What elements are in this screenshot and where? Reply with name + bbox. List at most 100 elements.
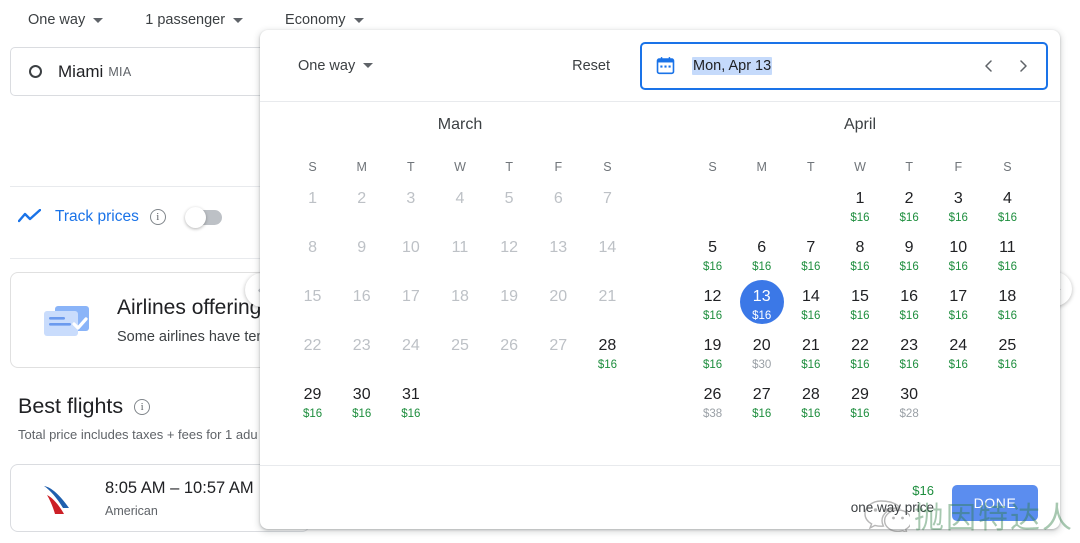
calendar-day-cell: 1 xyxy=(288,180,337,229)
calendar-day-cell[interactable]: 9 $16 xyxy=(885,229,934,278)
calendar-day-cell[interactable]: 27 $16 xyxy=(737,376,786,425)
calendar-day-cell: 26 xyxy=(485,327,534,376)
calendar-day-cell[interactable]: 29 $16 xyxy=(288,376,337,425)
calendar-day-cell[interactable]: 31 $16 xyxy=(386,376,435,425)
calendar-cell-empty xyxy=(786,180,835,229)
calendar-day-cell[interactable]: 4 $16 xyxy=(983,180,1032,229)
calendar-day-cell: 8 xyxy=(288,229,337,278)
day-number: 3 xyxy=(953,189,963,207)
calendar-day-cell[interactable]: 5 $16 xyxy=(688,229,737,278)
calendar-day-cell[interactable]: 15 $16 xyxy=(835,278,884,327)
day-price: $16 xyxy=(752,261,772,273)
calendar-day-cell[interactable]: 3 $16 xyxy=(934,180,983,229)
calendar-day-cell[interactable]: 1 $16 xyxy=(835,180,884,229)
day-number: 14 xyxy=(598,238,617,256)
day-number: 19 xyxy=(500,287,519,305)
trending-up-icon xyxy=(18,209,41,223)
calendar-day-cell[interactable]: 6 $16 xyxy=(737,229,786,278)
calendar-month-march: March S M T W T F S 1 2 3 4 5 6 7 8 9 10 11 12 13 14 15 16 17 18… xyxy=(260,116,660,465)
calendar-day-cell[interactable]: 28 $16 xyxy=(786,376,835,425)
day-number: 11 xyxy=(999,238,1016,256)
done-button[interactable]: DONE xyxy=(952,485,1038,521)
calendar-day-cell[interactable]: 30 $28 xyxy=(885,376,934,425)
day-number: 1 xyxy=(855,189,865,207)
day-number: 25 xyxy=(998,336,1017,354)
day-number: 29 xyxy=(303,385,322,403)
weekday-header: F xyxy=(554,160,563,174)
day-number: 5 xyxy=(708,238,718,256)
cabin-class-dropdown[interactable]: Economy xyxy=(275,8,373,32)
day-price: $16 xyxy=(801,359,821,371)
day-number: 26 xyxy=(703,385,722,403)
calendar-day-cell: 25 xyxy=(435,327,484,376)
best-flights-heading-row: Best flights i xyxy=(18,394,151,419)
info-icon[interactable]: i xyxy=(149,209,166,225)
day-number: 30 xyxy=(352,385,371,403)
calendar-day-cell[interactable]: 24 $16 xyxy=(934,327,983,376)
day-number: 2 xyxy=(904,189,914,207)
day-price: $16 xyxy=(997,261,1017,273)
next-day-button[interactable] xyxy=(1010,53,1036,79)
calendar-day-cell[interactable]: 7 $16 xyxy=(786,229,835,278)
calendar-day-cell[interactable]: 16 $16 xyxy=(885,278,934,327)
toggle-knob xyxy=(184,206,206,228)
day-price: $16 xyxy=(850,408,870,420)
day-price: $16 xyxy=(850,261,870,273)
calendar-day-cell[interactable]: 28 $16 xyxy=(583,327,632,376)
day-number: 17 xyxy=(401,287,420,305)
calendar-day-cell[interactable]: 13 $16 xyxy=(737,278,786,327)
day-price: $16 xyxy=(302,408,323,420)
calendar-day-cell: 10 xyxy=(386,229,435,278)
calendar-day-cell[interactable]: 14 $16 xyxy=(786,278,835,327)
calendar-day-cell[interactable]: 2 $16 xyxy=(885,180,934,229)
calendar-day-cell[interactable]: 25 $16 xyxy=(983,327,1032,376)
reset-button[interactable]: Reset xyxy=(562,50,620,82)
day-price: $16 xyxy=(948,261,968,273)
divider xyxy=(10,186,290,187)
track-prices-row: Track prices i xyxy=(18,206,222,228)
calendar-day-cell[interactable]: 10 $16 xyxy=(934,229,983,278)
day-price: $16 xyxy=(801,261,821,273)
day-price: $16 xyxy=(948,310,968,322)
calendar-day-cell: 5 xyxy=(485,180,534,229)
day-number: 12 xyxy=(703,287,722,305)
track-prices-toggle[interactable] xyxy=(184,206,222,228)
calendar-day-cell[interactable]: 26 $38 xyxy=(688,376,737,425)
day-price: $16 xyxy=(850,310,870,322)
calendar-day-cell[interactable]: 23 $16 xyxy=(885,327,934,376)
day-number: 10 xyxy=(401,238,420,256)
airline-notice-subtitle: Some airlines have temp xyxy=(117,328,277,345)
day-number: 10 xyxy=(949,238,968,256)
calendar-day-cell[interactable]: 21 $16 xyxy=(786,327,835,376)
calendar-day-cell[interactable]: 30 $16 xyxy=(337,376,386,425)
day-number: 6 xyxy=(757,238,767,256)
calendar-day-cell[interactable]: 8 $16 xyxy=(835,229,884,278)
day-number: 15 xyxy=(303,287,322,305)
day-number: 4 xyxy=(1002,189,1012,207)
trip-type-dropdown[interactable]: One way xyxy=(18,8,113,32)
track-prices-label: Track prices xyxy=(55,208,139,225)
calendar-day-cell[interactable]: 17 $16 xyxy=(934,278,983,327)
passengers-dropdown[interactable]: 1 passenger xyxy=(135,8,253,32)
calendar-day-cell[interactable]: 11 $16 xyxy=(983,229,1032,278)
dialog-trip-type-dropdown[interactable]: One way xyxy=(290,52,381,80)
day-price: $16 xyxy=(948,212,968,224)
day-number: 26 xyxy=(500,336,519,354)
departure-date-input[interactable]: Mon, Apr 13 xyxy=(640,41,1048,90)
calendar-day-cell[interactable]: 20 $30 xyxy=(737,327,786,376)
flight-card-icon xyxy=(44,306,89,336)
day-price: $16 xyxy=(899,359,919,371)
calendar-day-cell[interactable]: 22 $16 xyxy=(835,327,884,376)
screen: One way 1 passenger Economy Miami MIA Tr… xyxy=(0,0,1080,543)
calendar-day-cell[interactable]: 19 $16 xyxy=(688,327,737,376)
origin-circle-icon xyxy=(29,65,42,78)
day-number: 20 xyxy=(752,336,771,354)
calendar-day-cell: 22 xyxy=(288,327,337,376)
calendar-day-cell[interactable]: 29 $16 xyxy=(835,376,884,425)
calendar-day-cell[interactable]: 12 $16 xyxy=(688,278,737,327)
calendar-day-cell[interactable]: 18 $16 xyxy=(983,278,1032,327)
day-number: 16 xyxy=(352,287,371,305)
weekday-header: T xyxy=(407,160,415,174)
info-icon[interactable]: i xyxy=(134,398,151,415)
previous-day-button[interactable] xyxy=(976,53,1002,79)
